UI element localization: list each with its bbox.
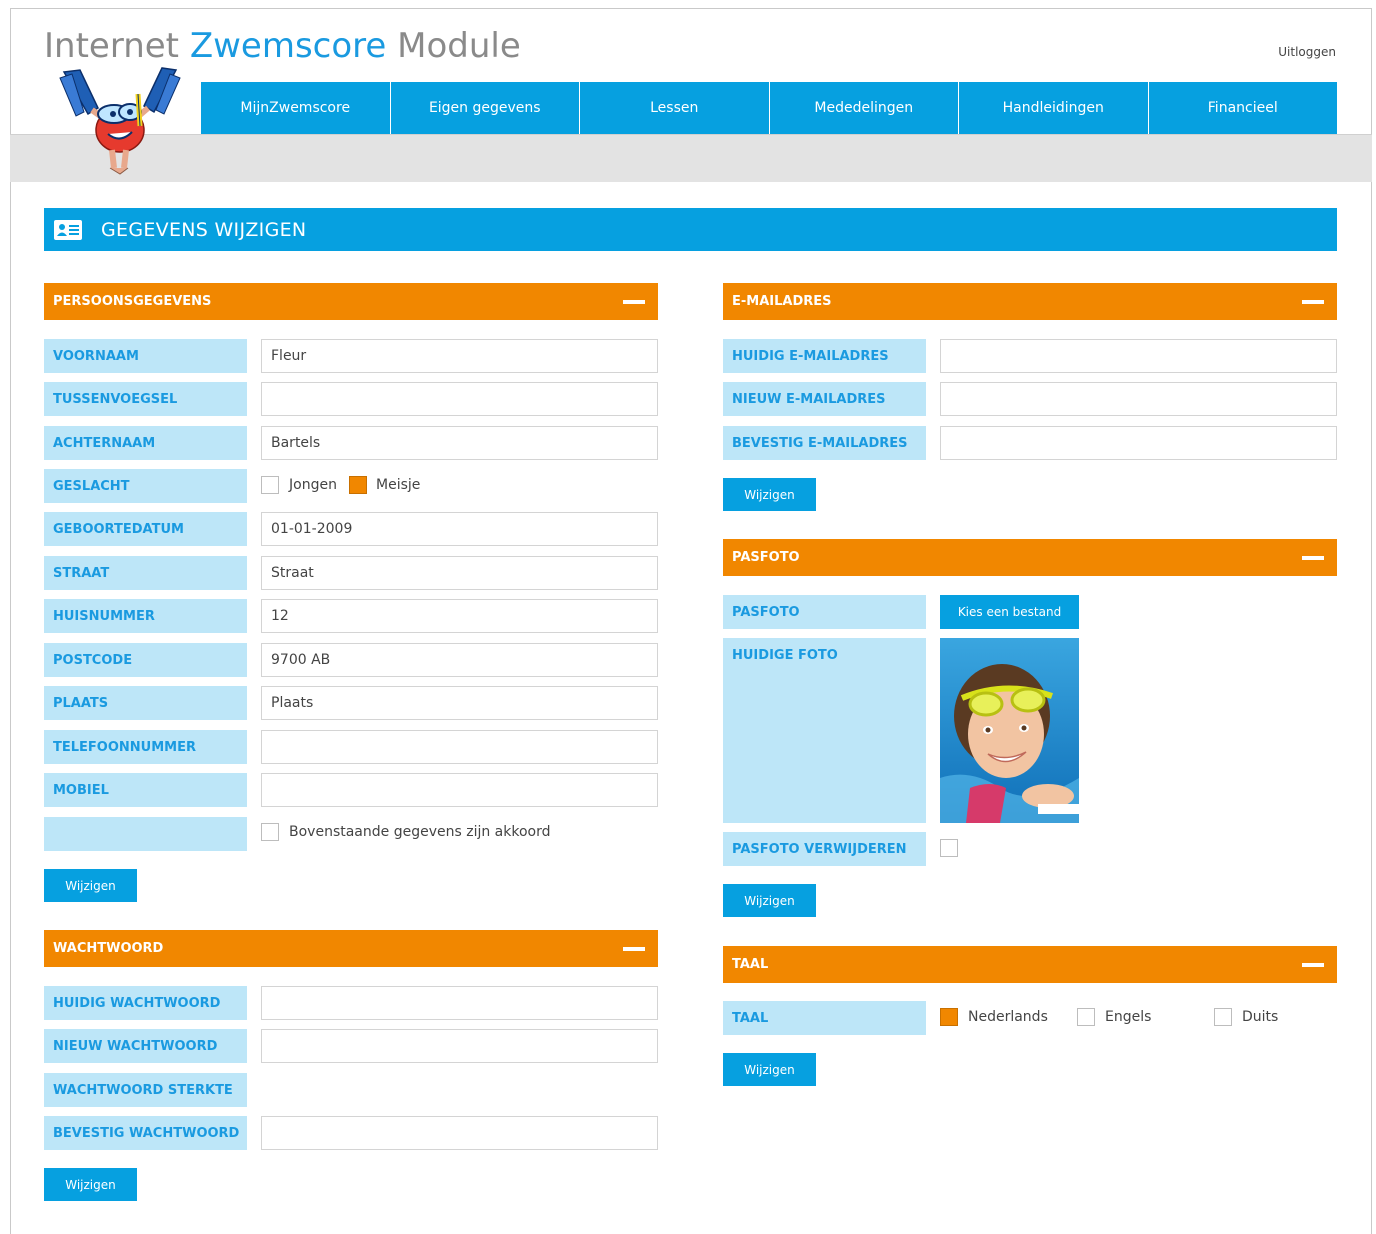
- label-nieuw-e-mailadres: NIEUW E-MAILADRES: [723, 382, 926, 416]
- collapse-minus-icon[interactable]: [623, 947, 645, 951]
- label-tussenvoegsel: TUSSENVOEGSEL: [44, 382, 247, 416]
- section-title: WACHTWOORD: [53, 941, 164, 956]
- telefoonnummer-input[interactable]: [261, 730, 658, 764]
- jongen-checkbox[interactable]: [261, 476, 279, 494]
- title-part-zwemscore: Zwemscore: [189, 26, 387, 66]
- nieuw-wachtwoord-input[interactable]: [261, 1029, 658, 1063]
- label-huidige-foto: HUIDIGE FOTO: [723, 638, 926, 823]
- persoonsgegevens-wijzigen-button[interactable]: Wijzigen: [44, 869, 137, 902]
- section-header-taal: TAAL: [723, 946, 1337, 983]
- label-huidig-e-mailadres: HUIDIG E-MAILADRES: [723, 339, 926, 373]
- collapse-minus-icon[interactable]: [1302, 556, 1324, 560]
- label-wachtwoord-sterkte: WACHTWOORD STERKTE: [44, 1073, 247, 1107]
- label-pasfoto: PASFOTO: [723, 595, 926, 629]
- label-geslacht: GESLACHT: [44, 469, 247, 503]
- label-mobiel: MOBIEL: [44, 773, 247, 807]
- label-huidig-wachtwoord: HUIDIG WACHTWOORD: [44, 986, 247, 1020]
- nederlands-label: Nederlands: [968, 1009, 1048, 1025]
- id-card-icon: [54, 219, 82, 240]
- tussenvoegsel-input[interactable]: [261, 382, 658, 416]
- logout-link[interactable]: Uitloggen: [1278, 45, 1336, 59]
- label-voornaam: VOORNAAM: [44, 339, 247, 373]
- engels-checkbox[interactable]: [1077, 1008, 1095, 1026]
- label-nieuw-wachtwoord: NIEUW WACHTWOORD: [44, 1029, 247, 1063]
- huisnummer-input[interactable]: 12: [261, 599, 658, 633]
- meisje-checkbox[interactable]: [349, 476, 367, 494]
- nav-item-financieel[interactable]: Financieel: [1148, 82, 1337, 134]
- page-title-bar: GEGEVENS WIJZIGEN: [44, 208, 1337, 251]
- label-huisnummer: HUISNUMMER: [44, 599, 247, 633]
- achternaam-input[interactable]: Bartels: [261, 426, 658, 460]
- geboortedatum-input[interactable]: 01-01-2009: [261, 512, 658, 546]
- bevestig-wachtwoord-input[interactable]: [261, 1116, 658, 1150]
- label-taal: TAAL: [723, 1001, 926, 1035]
- label-pasfoto-verwijderen: PASFOTO VERWIJDEREN: [723, 832, 926, 866]
- huidig-wachtwoord-input[interactable]: [261, 986, 658, 1020]
- nederlands-checkbox[interactable]: [940, 1008, 958, 1026]
- page-title: GEGEVENS WIJZIGEN: [101, 218, 307, 241]
- akkoord-checkbox[interactable]: [261, 823, 279, 841]
- jongen-label: Jongen: [289, 477, 337, 493]
- meisje-label: Meisje: [376, 477, 421, 493]
- wachtwoord-wijzigen-button[interactable]: Wijzigen: [44, 1168, 137, 1201]
- title-part-internet: Internet: [44, 26, 190, 66]
- akkoord-label: Bovenstaande gegevens zijn akkoord: [289, 824, 551, 840]
- label-geboortedatum: GEBOORTEDATUM: [44, 512, 247, 546]
- collapse-minus-icon[interactable]: [623, 300, 645, 304]
- section-header-pasfoto: PASFOTO: [723, 539, 1337, 576]
- section-title: E-MAILADRES: [732, 294, 832, 309]
- pasfoto-wijzigen-button[interactable]: Wijzigen: [723, 884, 816, 917]
- label-achternaam: ACHTERNAAM: [44, 426, 247, 460]
- label-bevestig-e-mailadres: BEVESTIG E-MAILADRES: [723, 426, 926, 460]
- nav-item-eigen-gegevens[interactable]: Eigen gegevens: [390, 82, 580, 134]
- section-title: PERSOONSGEGEVENS: [53, 294, 212, 309]
- e-mailadres-wijzigen-button[interactable]: Wijzigen: [723, 478, 816, 511]
- collapse-minus-icon[interactable]: [1302, 963, 1324, 967]
- plaats-input[interactable]: Plaats: [261, 686, 658, 720]
- collapse-minus-icon[interactable]: [1302, 300, 1324, 304]
- nav-item-handleidingen[interactable]: Handleidingen: [959, 82, 1149, 134]
- section-header-persoonsgegevens: PERSOONSGEGEVENS: [44, 283, 658, 320]
- main-navigation: MijnZwemscore Eigen gegevens Lessen Mede…: [201, 82, 1337, 134]
- bevestig-e-mailadres-input[interactable]: [940, 426, 1337, 460]
- taal-wijzigen-button[interactable]: Wijzigen: [723, 1053, 816, 1086]
- label-plaats: PLAATS: [44, 686, 247, 720]
- label-bevestig-wachtwoord: BEVESTIG WACHTWOORD: [44, 1116, 247, 1150]
- sub-navigation-bar: [10, 134, 1372, 182]
- nav-item-mededelingen[interactable]: Mededelingen: [769, 82, 959, 134]
- nieuw-e-mailadres-input[interactable]: [940, 382, 1337, 416]
- title-part-module: Module: [386, 26, 521, 66]
- section-title: TAAL: [732, 957, 769, 972]
- label-straat: STRAAT: [44, 556, 247, 590]
- nav-item-mijnzwemscore[interactable]: MijnZwemscore: [201, 82, 391, 134]
- section-header-e-mailadres: E-MAILADRES: [723, 283, 1337, 320]
- label-postcode: POSTCODE: [44, 643, 247, 677]
- pasfoto-verwijderen-checkbox[interactable]: [940, 839, 958, 857]
- kies-bestand-button[interactable]: Kies een bestand: [940, 595, 1079, 629]
- mobiel-input[interactable]: [261, 773, 658, 807]
- current-profile-photo: [940, 638, 1079, 823]
- section-title: PASFOTO: [732, 550, 800, 565]
- diver-mascot-logo[interactable]: [58, 64, 182, 176]
- site-title: Internet Zwemscore Module: [44, 26, 521, 66]
- duits-checkbox[interactable]: [1214, 1008, 1232, 1026]
- postcode-input[interactable]: 9700 AB: [261, 643, 658, 677]
- section-header-wachtwoord: WACHTWOORD: [44, 930, 658, 967]
- duits-label: Duits: [1242, 1009, 1279, 1025]
- label-telefoonnummer: TELEFOONNUMMER: [44, 730, 247, 764]
- label-akkoord-empty: [44, 817, 247, 851]
- voornaam-input[interactable]: Fleur: [261, 339, 658, 373]
- engels-label: Engels: [1105, 1009, 1152, 1025]
- huidig-e-mailadres-input[interactable]: [940, 339, 1337, 373]
- straat-input[interactable]: Straat: [261, 556, 658, 590]
- nav-item-lessen[interactable]: Lessen: [580, 82, 770, 134]
